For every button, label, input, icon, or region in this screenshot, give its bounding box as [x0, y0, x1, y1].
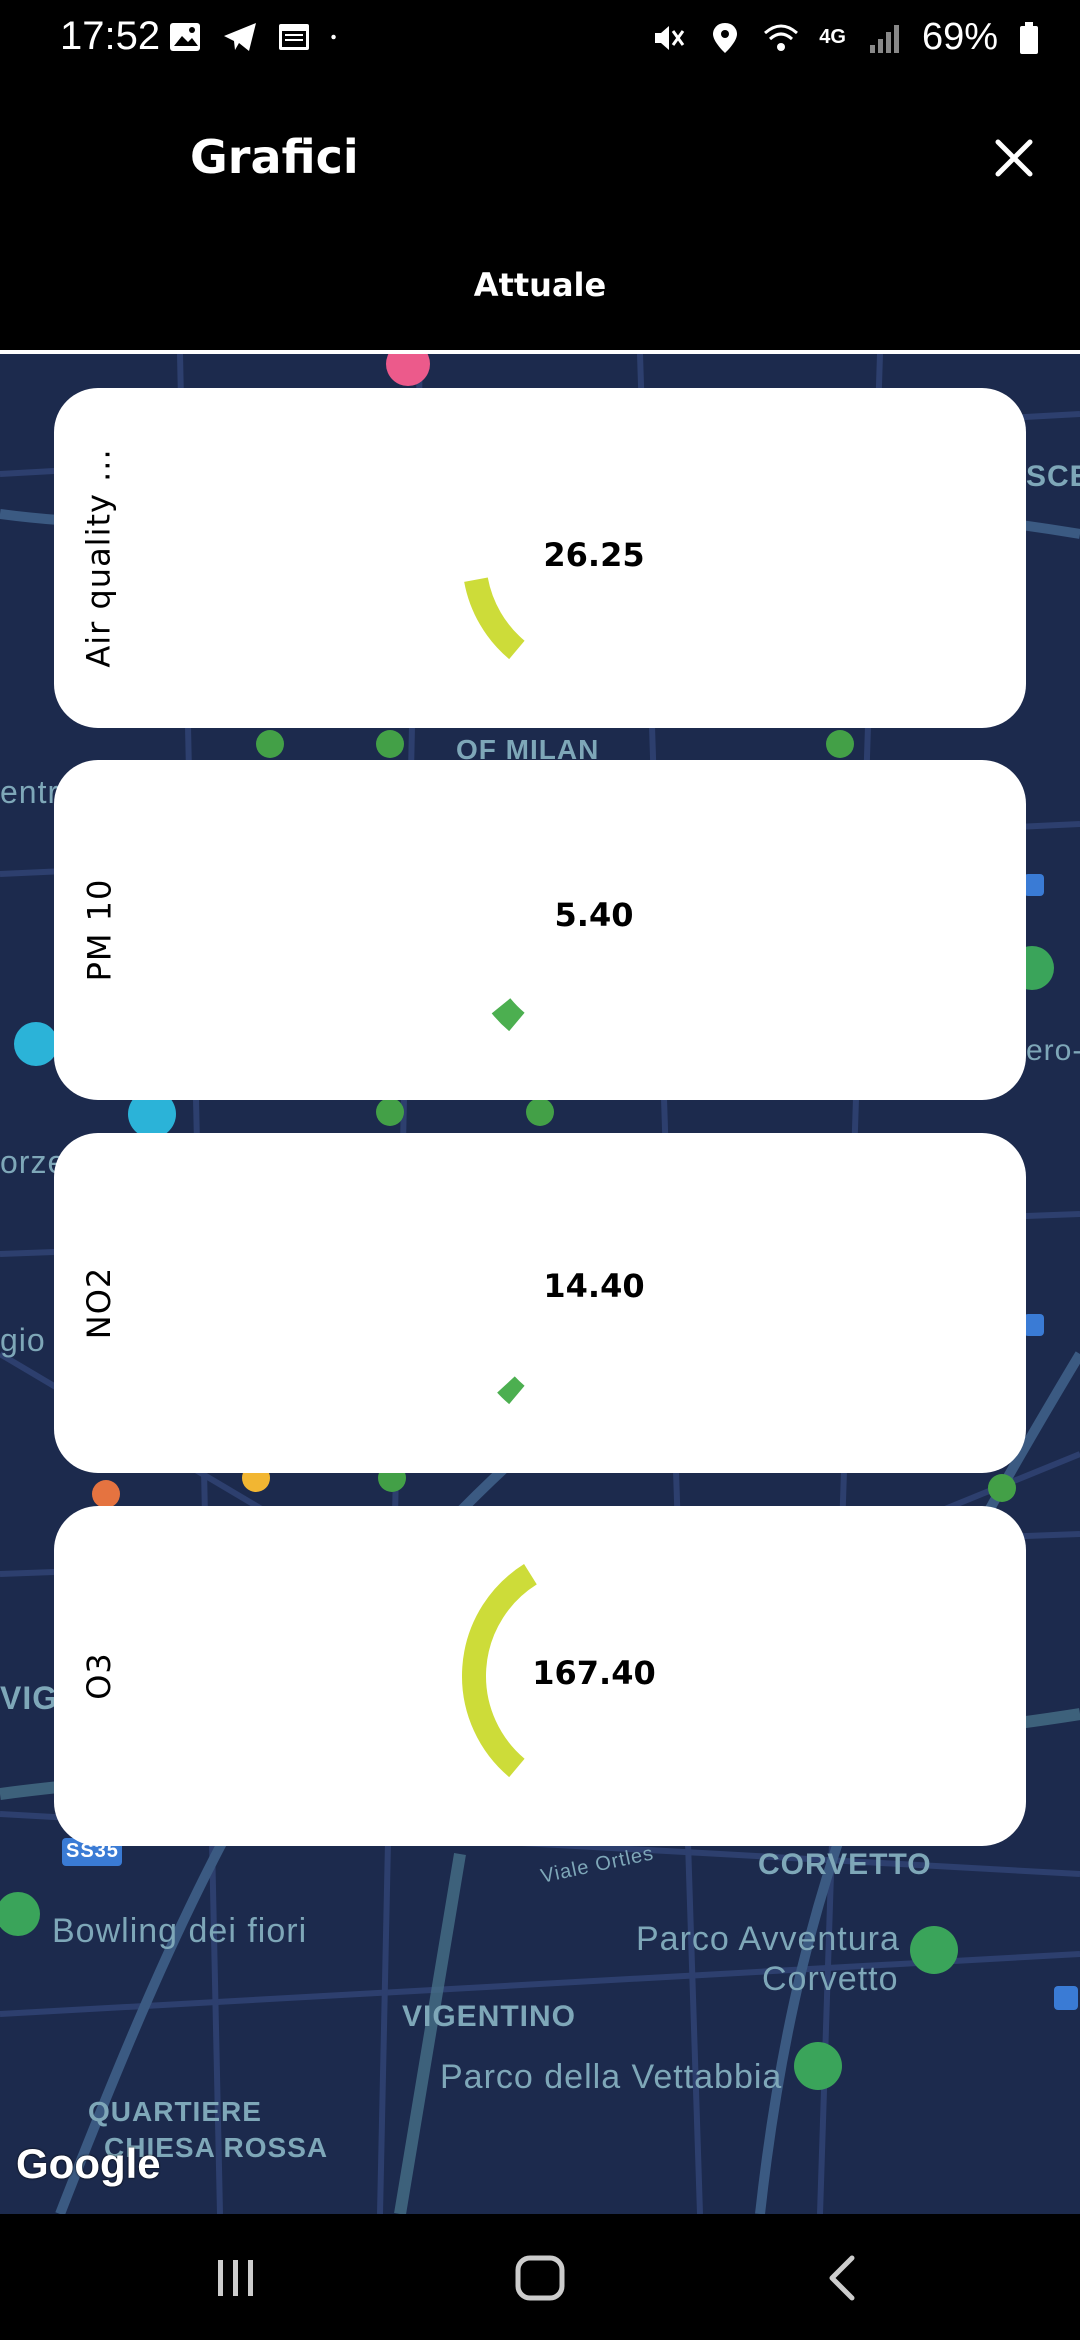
battery-percent: 69% — [921, 16, 998, 58]
map-label: CORVETTO — [758, 1848, 932, 1881]
status-bar: 17:52 4G 69% — [0, 0, 1080, 84]
status-time: 17:52 — [60, 14, 161, 58]
card-value: 167.40 — [532, 1654, 656, 1692]
close-icon[interactable] — [984, 128, 1044, 188]
chart-card-pm10[interactable]: PM 10 5.40 — [54, 760, 1026, 1100]
card-value: 26.25 — [543, 536, 645, 574]
map-label: QUARTIERE — [88, 2096, 262, 2127]
chart-card-no2[interactable]: NO2 14.40 — [54, 1133, 1026, 1473]
network-type: 4G — [819, 26, 846, 48]
calendar-icon — [279, 24, 309, 50]
battery-icon — [1020, 21, 1038, 54]
gauge-arc — [497, 1376, 525, 1405]
map-label: Parco Avventura — [636, 1920, 900, 1958]
navigation-bar — [0, 2214, 1080, 2340]
tab-attuale[interactable]: Attuale — [0, 266, 1080, 304]
system-icons: 4G 69% — [651, 16, 1040, 59]
chart-card-air-quality[interactable]: Air quality ... 26.25 — [54, 388, 1026, 728]
recents-icon[interactable] — [206, 2250, 266, 2306]
map-label: ero- — [1026, 1034, 1080, 1067]
location-icon — [713, 22, 738, 53]
telegram-icon — [224, 23, 256, 51]
map-label: SCE — [1026, 460, 1080, 493]
gallery-icon — [170, 23, 200, 51]
wifi-icon — [764, 24, 799, 51]
home-icon[interactable] — [510, 2250, 570, 2306]
signal-icon — [869, 24, 899, 53]
google-logo: Google — [16, 2140, 161, 2187]
chart-card-o3[interactable]: O3 167.40 — [54, 1506, 1026, 1846]
dot-icon — [331, 34, 336, 40]
mute-icon — [655, 25, 685, 50]
card-value: 14.40 — [543, 1267, 645, 1305]
map-label: gio — [0, 1322, 46, 1358]
card-value: 5.40 — [554, 896, 634, 934]
map-label: Parco della Vettabbia — [440, 2058, 783, 2096]
back-icon[interactable] — [814, 2250, 874, 2306]
page-title: Grafici — [190, 130, 359, 184]
gauge-arc — [491, 998, 525, 1032]
map-label: Corvetto — [762, 1960, 899, 1998]
map-label: Bowling dei fiori — [52, 1912, 308, 1950]
map-label: VIGENTINO — [402, 2000, 577, 2033]
header: Grafici Attuale — [0, 84, 1080, 354]
notification-icons — [168, 20, 346, 54]
gauge-arc — [464, 577, 525, 660]
